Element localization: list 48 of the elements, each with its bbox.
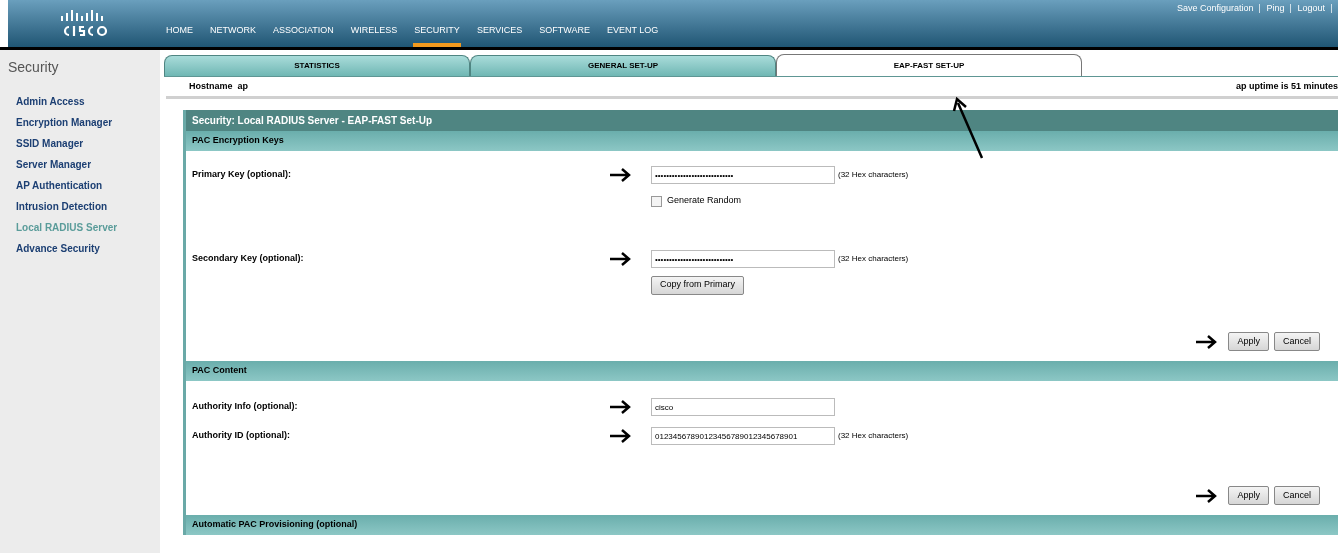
sidebar-title: Security [7,58,60,77]
tab[interactable]: EAP-FAST SET-UP [776,54,1082,76]
form-button[interactable]: Cancel [1274,332,1320,351]
hint-text: (32 Hex characters) [838,253,909,265]
input-field[interactable]: 01234567890123456789012345678901 [651,427,835,445]
nav-link[interactable]: ASSOCIATION [272,0,335,47]
field-label: Authority ID (optional): [192,429,290,443]
input-field[interactable]: •••••••••••••••••••••••••••• [651,250,835,268]
annotation-arrow-icon [1195,488,1218,503]
nav-link[interactable]: EVENT LOG [605,0,660,47]
field-label: Authority Info (optional): [192,400,298,414]
sidebar-item[interactable]: Encryption Manager [16,115,160,131]
uptime-label: ap uptime is 51 minutes [1235,79,1338,93]
annotation-arrow-icon [609,168,631,182]
annotation-arrow-icon [609,252,631,266]
checkbox-label: Generate Random [667,194,742,208]
sidebar-item[interactable]: AP Authentication [16,178,160,194]
hint-text: (32 Hex characters) [838,430,909,442]
nav-link[interactable]: SOFTWARE [538,0,591,47]
nav-link[interactable]: NETWORK [209,0,257,47]
nav-link[interactable]: HOME [165,0,194,47]
sidebar-item[interactable]: SSID Manager [16,136,160,152]
input-field[interactable]: cisco [651,398,835,416]
input-field[interactable]: •••••••••••••••••••••••••••• [651,166,835,184]
annotation-arrow-icon [609,429,631,443]
form-button[interactable]: Apply [1228,332,1269,351]
section-header: PAC Encryption Keys [186,131,1338,151]
nav-link[interactable]: SERVICES [475,0,524,47]
checkbox[interactable] [651,195,662,207]
sidebar-item[interactable]: Intrusion Detection [16,199,160,215]
sidebar-item[interactable]: Server Manager [16,157,160,173]
tab[interactable]: GENERAL SET-UP [470,55,776,76]
sidebar-item[interactable]: Advance Security [16,241,160,257]
form-button[interactable]: Copy from Primary [651,275,744,295]
form-button[interactable]: Apply [1228,486,1269,505]
section-header: PAC Content [186,361,1338,381]
annotation-arrow-icon [1195,334,1218,349]
sidebar-item[interactable]: Admin Access [16,94,160,110]
tab[interactable]: STATISTICS [164,55,470,76]
field-label: Secondary Key (optional): [192,252,304,266]
field-label: Primary Key (optional): [192,168,292,182]
panel-title: Security: Local RADIUS Server - EAP-FAST Set-Up [186,110,1338,131]
hostname-label: Hostname ap [189,79,248,93]
form-button[interactable]: Cancel [1274,486,1320,505]
section-header: Automatic PAC Provisioning (optional) [186,515,1338,535]
annotation-arrow-icon [609,400,631,414]
hint-text: (32 Hex characters) [838,169,909,181]
nav-link[interactable]: WIRELESS [349,0,399,47]
